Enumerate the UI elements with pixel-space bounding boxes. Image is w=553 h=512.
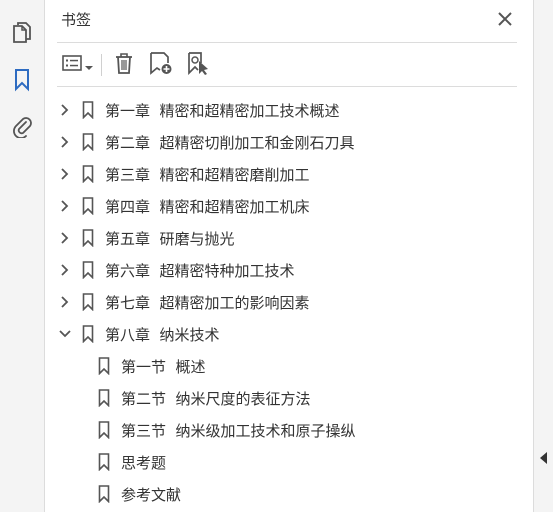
close-icon (498, 11, 512, 30)
bookmark-from-selection-icon (186, 51, 212, 79)
bookmark-item[interactable]: 第二节 纳米尺度的表征方法 (45, 382, 533, 414)
bookmark-item[interactable]: 第一节 概述 (45, 350, 533, 382)
bookmark-tree: 第一章 精密和超精密加工技术概述 第二章 超精密切削加工和金刚石刀具 第三章 精密和… (45, 94, 533, 510)
title-divider (57, 42, 517, 43)
bookmarks-toolbar (59, 50, 216, 80)
chevron-down-icon[interactable] (59, 328, 71, 340)
bookmark-item[interactable]: 第二章 超精密切削加工和金刚石刀具 (45, 126, 533, 158)
bookmark-icon (13, 68, 31, 96)
bookmark-label: 第二章 超精密切削加工和金刚石刀具 (105, 133, 355, 152)
bookmark-item[interactable]: 第六章 超精密特种加工技术 (45, 254, 533, 286)
bookmark-icon (81, 261, 95, 279)
bookmark-label: 第二节 纳米尺度的表征方法 (121, 389, 311, 408)
bookmark-item[interactable]: 思考题 (45, 446, 533, 478)
triangle-left-icon (540, 449, 548, 468)
chevron-right-icon[interactable] (59, 168, 71, 180)
bookmark-from-selection-button[interactable] (182, 51, 216, 79)
collapse-panel-button[interactable] (538, 450, 550, 466)
bookmark-icon (81, 293, 95, 311)
close-panel-button[interactable] (495, 10, 515, 30)
attachments-button[interactable] (8, 114, 36, 142)
delete-bookmark-button[interactable] (110, 51, 138, 79)
chevron-right-icon[interactable] (59, 232, 71, 244)
page-thumbnails-button[interactable] (8, 20, 36, 48)
bookmark-icon (81, 165, 95, 183)
bookmark-icon (97, 357, 111, 375)
bookmark-icon (97, 453, 111, 471)
toolbar-bottom-divider (57, 86, 517, 87)
chevron-right-icon[interactable] (59, 200, 71, 212)
bookmark-label: 第一节 概述 (121, 357, 206, 376)
bookmark-label: 第三章 精密和超精密磨削加工 (105, 165, 310, 184)
bookmark-item[interactable]: 第四章 精密和超精密加工机床 (45, 190, 533, 222)
bookmark-label: 第六章 超精密特种加工技术 (105, 261, 295, 280)
delete-icon (114, 52, 134, 78)
bookmark-item[interactable]: 第一章 精密和超精密加工技术概述 (45, 94, 533, 126)
chevron-down-icon (84, 56, 93, 75)
bookmark-icon (81, 229, 95, 247)
bookmark-label: 第七章 超精密加工的影响因素 (105, 293, 310, 312)
bookmark-item[interactable]: 第三章 精密和超精密磨削加工 (45, 158, 533, 190)
bookmark-item[interactable]: 第七章 超精密加工的影响因素 (45, 286, 533, 318)
bookmarks-panel: 书签 第一章 精密和超精密加工技术概述 第二章 超精密切削加工和金刚石刀具 第三… (45, 0, 533, 512)
bookmark-label: 参考文献 (121, 485, 182, 504)
navigation-rail (0, 0, 45, 512)
chevron-right-icon[interactable] (59, 264, 71, 276)
bookmark-icon (97, 421, 111, 439)
bookmark-icon (81, 197, 95, 215)
bookmark-icon (81, 325, 95, 343)
bookmark-icon (97, 389, 111, 407)
bookmark-label: 思考题 (121, 453, 167, 472)
panel-splitter (533, 0, 553, 512)
pages-icon (11, 20, 33, 48)
bookmark-item[interactable]: 参考文献 (45, 478, 533, 510)
bookmark-item[interactable]: 第三节 纳米级加工技术和原子操纵 (45, 414, 533, 446)
bookmark-icon (81, 101, 95, 119)
chevron-right-icon[interactable] (59, 136, 71, 148)
bookmark-icon (81, 133, 95, 151)
options-icon (61, 55, 82, 75)
new-bookmark-button[interactable] (144, 51, 178, 79)
new-bookmark-icon (148, 51, 174, 79)
bookmarks-button[interactable] (8, 68, 36, 96)
attachment-icon (11, 114, 33, 142)
chevron-right-icon[interactable] (59, 296, 71, 308)
toolbar-divider (101, 54, 102, 76)
bookmark-item[interactable]: 第五章 研磨与抛光 (45, 222, 533, 254)
bookmark-item[interactable]: 第八章 纳米技术 (45, 318, 533, 350)
bookmark-label: 第八章 纳米技术 (105, 325, 220, 344)
bookmark-label: 第五章 研磨与抛光 (105, 229, 235, 248)
options-menu-button[interactable] (59, 51, 95, 79)
bookmark-label: 第三节 纳米级加工技术和原子操纵 (121, 421, 356, 440)
bookmark-label: 第四章 精密和超精密加工机床 (105, 197, 310, 216)
bookmark-label: 第一章 精密和超精密加工技术概述 (105, 101, 340, 120)
bookmark-icon (97, 485, 111, 503)
panel-title: 书签 (61, 11, 92, 29)
chevron-right-icon[interactable] (59, 104, 71, 116)
